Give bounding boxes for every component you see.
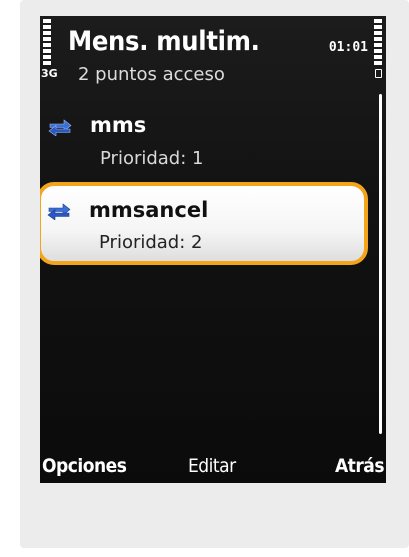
network-indicator: 3G — [41, 67, 58, 80]
list-item-priority: Prioridad: 1 — [100, 148, 204, 169]
softkey-bar: Opciones Editar Atrás — [40, 447, 386, 483]
list-item-label: mms — [90, 113, 147, 137]
subtitle: 2 puntos acceso — [78, 64, 225, 85]
page-title: Mens. multim. — [68, 26, 260, 57]
back-softkey[interactable]: Atrás — [335, 455, 385, 477]
list-item-mmsancel[interactable]: mmsancel Prioridad: 2 — [40, 182, 368, 265]
signal-strength-icon — [43, 19, 51, 67]
transfer-arrows-icon — [48, 118, 72, 137]
scrollbar[interactable] — [379, 94, 382, 434]
edit-softkey[interactable]: Editar — [188, 455, 236, 477]
list-item-label: mmsancel — [89, 198, 209, 222]
list-item-mms[interactable]: mms Prioridad: 1 — [40, 106, 370, 176]
list-item-priority: Prioridad: 2 — [99, 232, 203, 253]
transfer-arrows-icon — [47, 202, 71, 221]
battery-level-icon — [374, 19, 382, 67]
battery-icon — [375, 69, 382, 78]
options-softkey[interactable]: Opciones — [42, 455, 127, 477]
clock: 01:01 — [328, 40, 368, 55]
phone-screen: Mens. multim. 01:01 3G 2 puntos acceso m… — [40, 16, 386, 483]
